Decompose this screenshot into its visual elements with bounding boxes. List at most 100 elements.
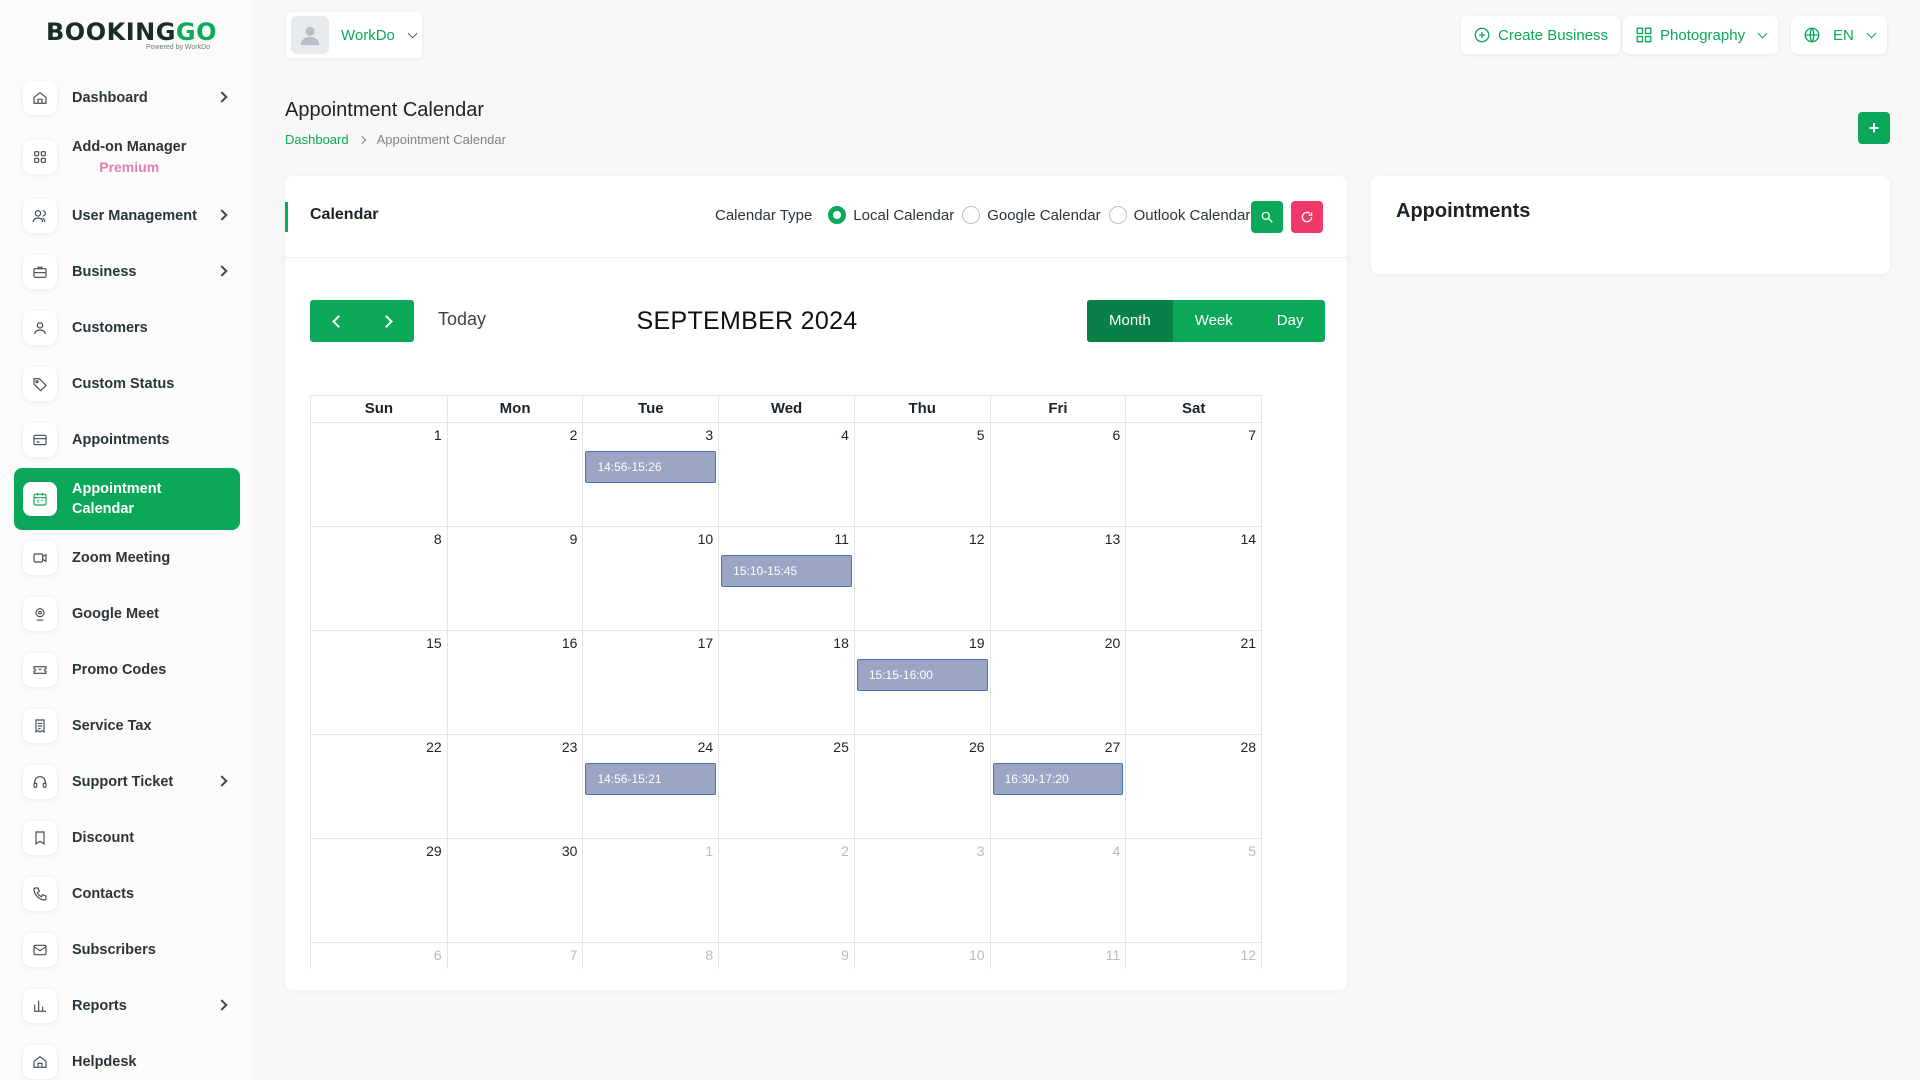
- sidebar-item-discount[interactable]: Discount: [14, 810, 240, 866]
- day-cell[interactable]: 6: [989, 423, 1126, 526]
- day-cell[interactable]: 29: [311, 839, 447, 942]
- day-cell[interactable]: 17: [582, 631, 718, 734]
- day-number[interactable]: 5: [1248, 843, 1256, 859]
- day-cell[interactable]: 20: [989, 631, 1126, 734]
- calendar-event[interactable]: 15:10-15:45: [721, 555, 852, 587]
- day-number[interactable]: 10: [969, 947, 985, 963]
- day-number[interactable]: 24: [698, 739, 714, 755]
- sidebar-item-appointment-calendar[interactable]: Appointment Calendar: [14, 468, 240, 530]
- day-number[interactable]: 15: [426, 635, 442, 651]
- radio-local-calendar[interactable]: Local Calendar: [828, 206, 954, 224]
- day-cell[interactable]: 12: [853, 527, 990, 630]
- day-number[interactable]: 6: [1113, 427, 1121, 443]
- day-number[interactable]: 29: [426, 843, 442, 859]
- day-number[interactable]: 18: [833, 635, 849, 651]
- day-number[interactable]: 11: [834, 531, 849, 547]
- day-cell[interactable]: 3 14:56-15:26: [582, 423, 718, 526]
- radio-outlook-calendar[interactable]: Outlook Calendar: [1108, 206, 1250, 224]
- day-number[interactable]: 26: [969, 739, 985, 755]
- sidebar-item-promo-codes[interactable]: Promo Codes: [14, 642, 240, 698]
- day-number[interactable]: 9: [841, 947, 849, 963]
- day-number[interactable]: 3: [705, 427, 713, 443]
- day-cell[interactable]: 25: [718, 735, 854, 838]
- day-number[interactable]: 11: [1106, 947, 1121, 963]
- day-cell[interactable]: 30: [446, 839, 583, 942]
- day-number[interactable]: 30: [562, 843, 578, 859]
- day-number[interactable]: 4: [841, 427, 849, 443]
- day-number[interactable]: 25: [833, 739, 849, 755]
- day-cell[interactable]: 5: [853, 423, 990, 526]
- day-cell[interactable]: 21: [1125, 631, 1261, 734]
- day-number[interactable]: 6: [434, 947, 442, 963]
- day-number[interactable]: 8: [705, 947, 713, 963]
- sidebar-item-reports[interactable]: Reports: [14, 978, 240, 1034]
- day-number[interactable]: 5: [977, 427, 985, 443]
- view-week-button[interactable]: Week: [1173, 300, 1255, 342]
- sidebar-item-support-ticket[interactable]: Support Ticket: [14, 754, 240, 810]
- view-day-button[interactable]: Day: [1255, 300, 1326, 342]
- day-number[interactable]: 9: [570, 531, 578, 547]
- sidebar-item-dashboard[interactable]: Dashboard: [14, 70, 240, 126]
- add-appointment-button[interactable]: +: [1858, 112, 1890, 144]
- day-number[interactable]: 28: [1240, 739, 1256, 755]
- sidebar-item-add-on-manager[interactable]: Add-on Manager Premium: [14, 126, 240, 188]
- day-number[interactable]: 17: [698, 635, 714, 651]
- day-number[interactable]: 1: [705, 843, 713, 859]
- day-cell[interactable]: 14: [1125, 527, 1261, 630]
- language-dropdown[interactable]: EN: [1791, 16, 1887, 54]
- day-number[interactable]: 2: [570, 427, 578, 443]
- day-number[interactable]: 7: [570, 947, 578, 963]
- day-cell[interactable]: 9: [718, 943, 854, 969]
- reset-button[interactable]: [1291, 201, 1323, 233]
- day-cell[interactable]: 24 14:56-15:21: [582, 735, 718, 838]
- day-cell[interactable]: 11 15:10-15:45: [718, 527, 854, 630]
- day-number[interactable]: 16: [562, 635, 578, 651]
- day-cell[interactable]: 4: [989, 839, 1126, 942]
- prev-month-button[interactable]: [310, 300, 362, 342]
- sidebar-item-business[interactable]: Business: [14, 244, 240, 300]
- day-number[interactable]: 19: [969, 635, 985, 651]
- sidebar-item-zoom-meeting[interactable]: Zoom Meeting: [14, 530, 240, 586]
- day-cell[interactable]: 11: [989, 943, 1126, 969]
- day-number[interactable]: 23: [562, 739, 578, 755]
- day-number[interactable]: 7: [1248, 427, 1256, 443]
- breadcrumb-dashboard-link[interactable]: Dashboard: [285, 132, 349, 147]
- day-cell[interactable]: 10: [853, 943, 990, 969]
- calendar-event[interactable]: 14:56-15:21: [585, 763, 717, 795]
- day-cell[interactable]: 23: [446, 735, 583, 838]
- day-cell[interactable]: 12: [1125, 943, 1261, 969]
- day-cell[interactable]: 19 15:15-16:00: [853, 631, 990, 734]
- day-number[interactable]: 14: [1240, 531, 1256, 547]
- day-cell[interactable]: 2: [718, 839, 854, 942]
- day-cell[interactable]: 5: [1125, 839, 1261, 942]
- day-cell[interactable]: 8: [582, 943, 718, 969]
- radio-google-calendar[interactable]: Google Calendar: [962, 206, 1101, 224]
- workspace-switcher[interactable]: WorkDo: [286, 12, 422, 58]
- day-number[interactable]: 4: [1113, 843, 1121, 859]
- day-number[interactable]: 12: [969, 531, 985, 547]
- search-button[interactable]: [1251, 201, 1283, 233]
- category-dropdown[interactable]: Photography: [1623, 16, 1779, 54]
- calendar-event[interactable]: 14:56-15:26: [585, 451, 717, 483]
- day-cell[interactable]: 7: [446, 943, 583, 969]
- day-number[interactable]: 20: [1105, 635, 1121, 651]
- view-month-button[interactable]: Month: [1087, 300, 1173, 342]
- calendar-event[interactable]: 16:30-17:20: [992, 763, 1124, 795]
- day-cell[interactable]: 27 16:30-17:20: [989, 735, 1126, 838]
- next-month-button[interactable]: [362, 300, 414, 342]
- day-number[interactable]: 8: [434, 531, 442, 547]
- day-number[interactable]: 13: [1105, 531, 1121, 547]
- day-number[interactable]: 10: [698, 531, 714, 547]
- day-cell[interactable]: 16: [446, 631, 583, 734]
- day-number[interactable]: 22: [426, 739, 442, 755]
- day-cell[interactable]: 13: [989, 527, 1126, 630]
- day-number[interactable]: 3: [977, 843, 985, 859]
- day-cell[interactable]: 4: [718, 423, 854, 526]
- today-button[interactable]: Today: [438, 309, 486, 330]
- day-number[interactable]: 12: [1240, 947, 1256, 963]
- day-cell[interactable]: 15: [311, 631, 447, 734]
- day-cell[interactable]: 18: [718, 631, 854, 734]
- sidebar-item-customers[interactable]: Customers: [14, 300, 240, 356]
- day-cell[interactable]: 8: [311, 527, 447, 630]
- day-cell[interactable]: 1: [582, 839, 718, 942]
